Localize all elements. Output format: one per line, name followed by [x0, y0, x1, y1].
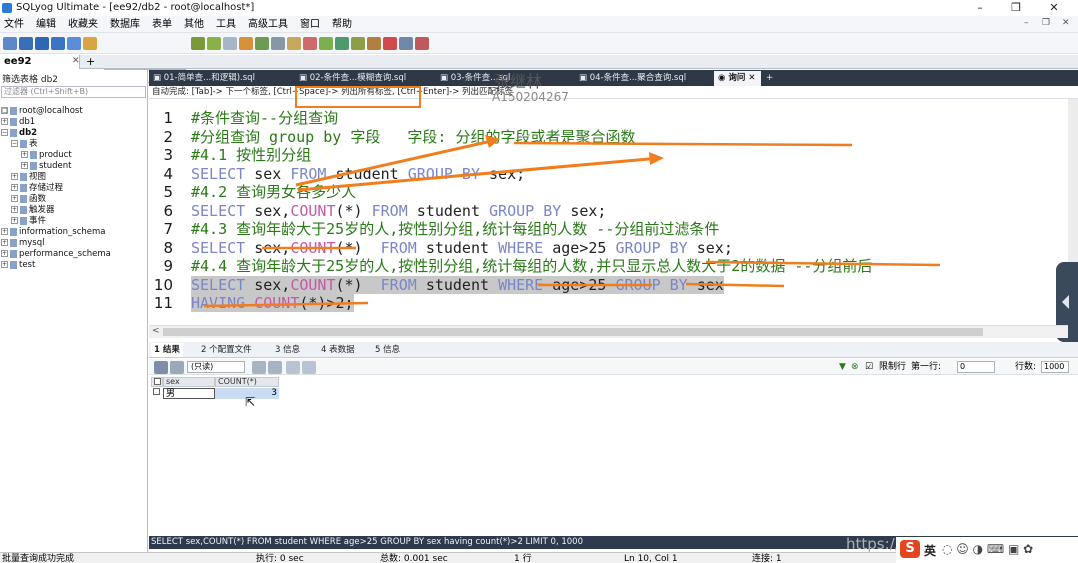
annotation-underline [203, 301, 369, 308]
annotation-overlay [203, 86, 941, 308]
annotation-arrow [297, 156, 661, 192]
annotation-underline [705, 260, 941, 267]
annotation-arrow [295, 138, 497, 187]
annotation-arrowhead [649, 152, 664, 165]
sqlyog-window: SQLyog Ultimate - [ee92/db2 - root@local… [0, 0, 1078, 563]
annotation-underline [685, 282, 785, 288]
annotation-underline [513, 141, 853, 147]
annotation-box [295, 86, 421, 108]
annotation-arrowhead [485, 135, 500, 148]
